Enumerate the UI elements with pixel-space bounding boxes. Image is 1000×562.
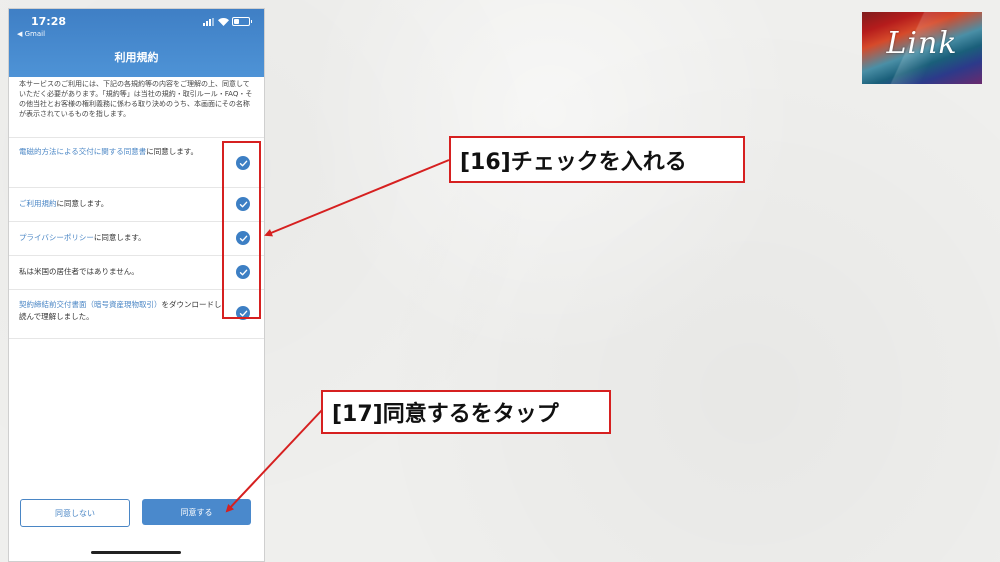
annotation-step-16: [16]チェックを入れる xyxy=(449,136,745,183)
logo-text: Link xyxy=(886,26,958,61)
arrow-to-agree-button xyxy=(225,409,323,513)
annotation-step-17: [17]同意するをタップ xyxy=(321,390,611,434)
annotation-arrows xyxy=(225,159,450,513)
brand-logo: Link xyxy=(862,12,982,84)
arrow-to-checkboxes xyxy=(264,159,450,237)
